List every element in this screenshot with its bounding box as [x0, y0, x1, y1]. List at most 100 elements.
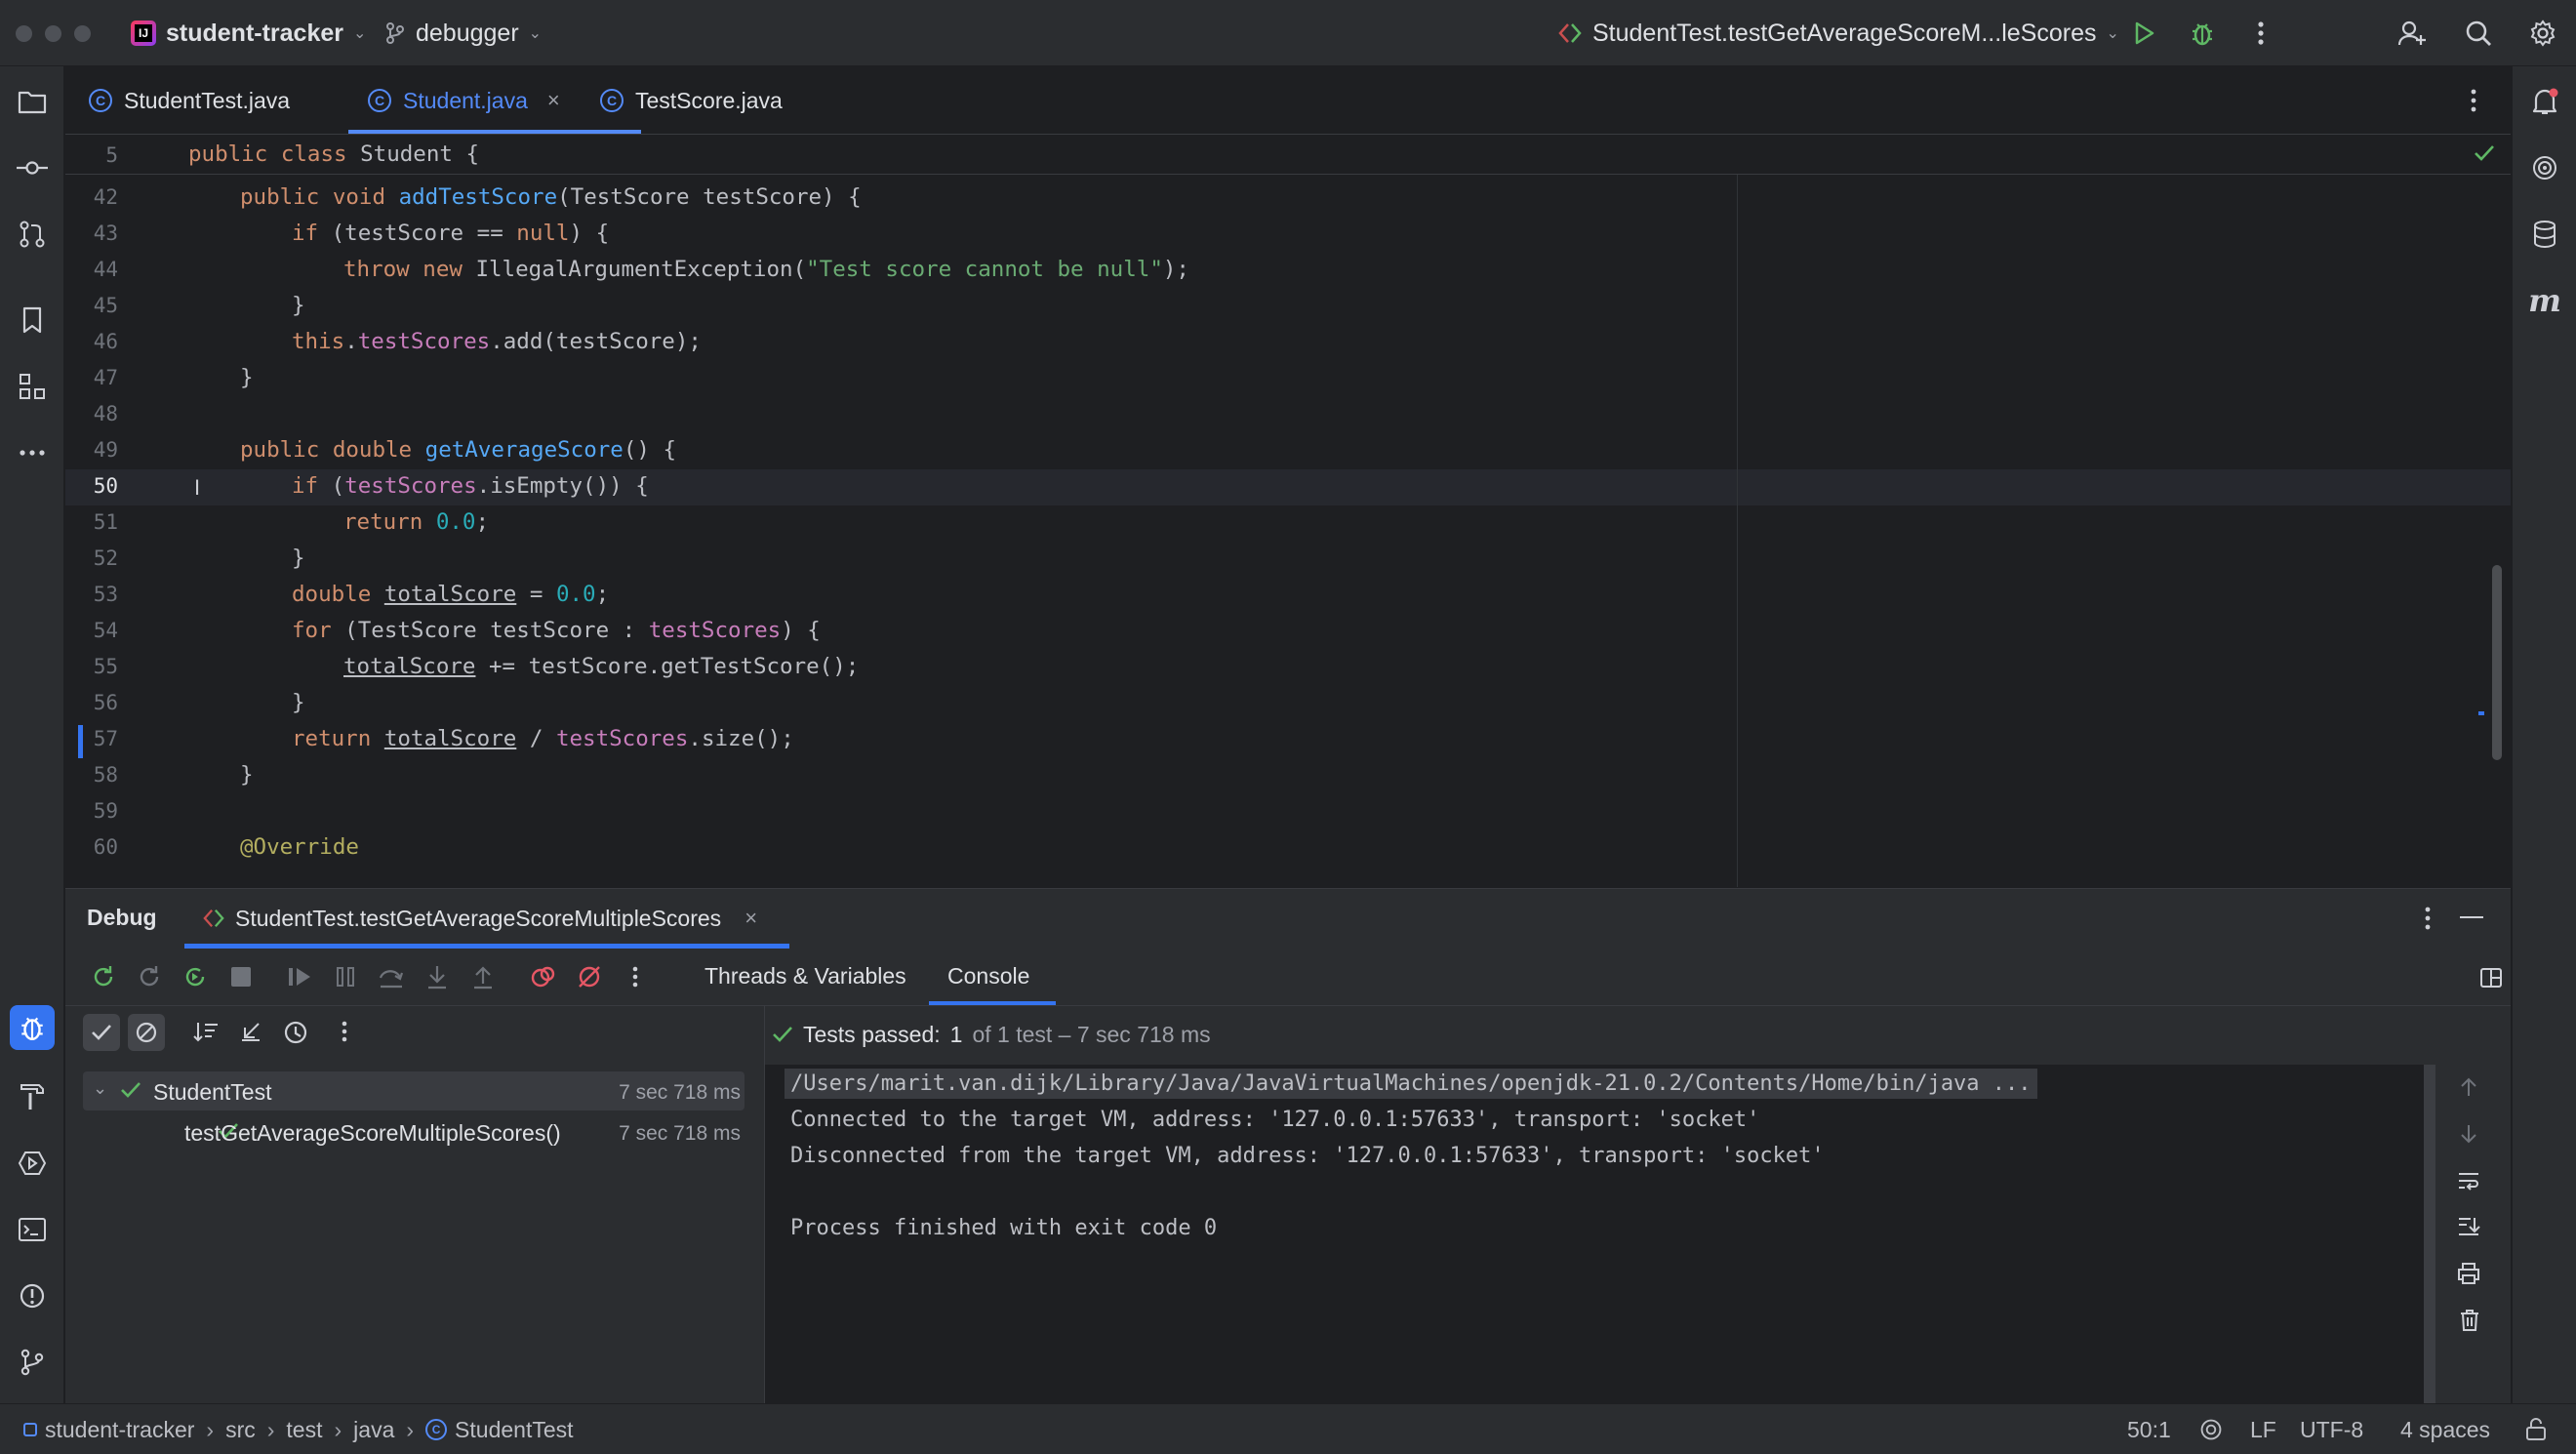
- tree-row-test-method[interactable]: testGetAverageScoreMultipleScores() 7 se…: [83, 1112, 745, 1151]
- settings-gear-icon[interactable]: [2523, 14, 2562, 53]
- breadcrumb-item[interactable]: src: [225, 1417, 256, 1443]
- java-class-icon: C: [600, 89, 624, 112]
- tab-testscore-java[interactable]: C TestScore.java: [600, 66, 783, 135]
- more-tools-icon[interactable]: [13, 433, 52, 472]
- layout-settings-icon[interactable]: [2479, 967, 2503, 993]
- chevron-right-icon: ›: [266, 1416, 275, 1442]
- pause-icon[interactable]: [328, 959, 363, 994]
- soft-wrap-icon[interactable]: [2457, 1170, 2480, 1196]
- maven-icon[interactable]: m: [2525, 281, 2564, 320]
- step-over-icon[interactable]: [374, 959, 409, 994]
- more-debug-actions-icon[interactable]: [618, 959, 653, 994]
- debug-icon[interactable]: [2183, 14, 2222, 53]
- debug-tool-icon[interactable]: [10, 1005, 55, 1050]
- file-encoding[interactable]: UTF-8: [2300, 1404, 2363, 1454]
- mute-breakpoints-icon[interactable]: [572, 959, 607, 994]
- show-passed-toggle[interactable]: [83, 1014, 120, 1051]
- services-icon[interactable]: [13, 1144, 52, 1183]
- scroll-up-icon[interactable]: [2459, 1076, 2478, 1103]
- ai-status-icon[interactable]: [2199, 1404, 2223, 1454]
- search-icon[interactable]: [2459, 14, 2498, 53]
- debug-session-tab[interactable]: StudentTest.testGetAverageScoreMultipleS…: [202, 889, 757, 948]
- chevron-down-icon: ⌄: [2106, 25, 2119, 42]
- test-history-icon[interactable]: [282, 1019, 309, 1051]
- breadcrumb-item[interactable]: StudentTest: [455, 1417, 573, 1443]
- breadcrumb-item[interactable]: java: [353, 1417, 394, 1443]
- branch-selector[interactable]: debugger ⌄: [384, 0, 542, 66]
- resume-icon[interactable]: [282, 959, 317, 994]
- caret-position[interactable]: 50:1: [2127, 1404, 2171, 1454]
- problems-icon[interactable]: [13, 1276, 52, 1315]
- tree-row-studenttest[interactable]: ⌄ StudentTest 7 sec 718 ms: [83, 1071, 745, 1111]
- view-breakpoints-icon[interactable]: [526, 959, 561, 994]
- notifications-bell-icon[interactable]: [2525, 82, 2564, 121]
- text-cursor-icon: I: [194, 475, 201, 500]
- terminal-icon[interactable]: [13, 1210, 52, 1249]
- right-tool-strip: m: [2512, 66, 2576, 1403]
- active-tab-indicator: [348, 130, 641, 134]
- step-out-icon[interactable]: [465, 959, 501, 994]
- hide-panel-icon[interactable]: [2460, 916, 2483, 918]
- git-icon[interactable]: [13, 1343, 52, 1382]
- code-line: public double getAverageScore() {: [240, 437, 677, 463]
- more-actions-icon[interactable]: [2241, 14, 2280, 53]
- maximize-window-button[interactable]: [74, 25, 91, 42]
- code-line: }: [240, 762, 254, 788]
- chevron-down-icon[interactable]: ⌄: [93, 1078, 107, 1099]
- tab-student-java[interactable]: C Student.java ×: [368, 66, 560, 135]
- ai-assistant-icon[interactable]: [2525, 148, 2564, 187]
- console-output[interactable]: /Users/marit.van.dijk/Library/Java/JavaV…: [765, 1065, 2424, 1404]
- minimize-window-button[interactable]: [45, 25, 61, 42]
- collapse-all-icon[interactable]: [239, 1020, 262, 1048]
- line-ending[interactable]: LF: [2250, 1404, 2276, 1454]
- tab-console[interactable]: Console: [947, 963, 1029, 990]
- debug-tool-window: Debug StudentTest.testGetAverageScoreMul…: [65, 888, 2511, 1404]
- commit-icon[interactable]: [13, 148, 52, 187]
- step-into-icon[interactable]: [420, 959, 455, 994]
- breadcrumb-item[interactable]: student-tracker: [45, 1417, 194, 1443]
- show-ignored-toggle[interactable]: [128, 1014, 165, 1051]
- close-tab-icon[interactable]: ×: [547, 88, 560, 113]
- scroll-down-icon[interactable]: [2459, 1123, 2478, 1150]
- project-badge-icon: IJ: [131, 20, 156, 46]
- print-icon[interactable]: [2457, 1262, 2480, 1290]
- debug-options-icon[interactable]: [2424, 906, 2432, 936]
- build-hammer-icon[interactable]: [13, 1077, 52, 1116]
- toggle-auto-test-icon[interactable]: [178, 959, 213, 994]
- pull-requests-icon[interactable]: [13, 215, 52, 254]
- debug-header: Debug StudentTest.testGetAverageScoreMul…: [65, 889, 2511, 949]
- project-selector[interactable]: IJ student-tracker ⌄: [131, 0, 366, 66]
- database-icon[interactable]: [2525, 215, 2564, 254]
- close-session-icon[interactable]: ×: [745, 906, 757, 931]
- close-window-button[interactable]: [16, 25, 32, 42]
- run-config-selector[interactable]: StudentTest.testGetAverageScoreM...leSco…: [1557, 0, 2119, 66]
- scroll-to-end-icon[interactable]: [2457, 1215, 2480, 1241]
- lock-icon[interactable]: [2525, 1404, 2547, 1454]
- indent-setting[interactable]: 4 spaces: [2400, 1404, 2490, 1454]
- breadcrumb-item[interactable]: test: [286, 1417, 322, 1443]
- sort-icon[interactable]: [192, 1020, 220, 1048]
- tree-options-icon[interactable]: [341, 1020, 348, 1048]
- editor-scrollbar[interactable]: [2492, 565, 2502, 760]
- code-editor[interactable]: 5 public class Student { 42 43 44 45 46 …: [65, 136, 2511, 887]
- clear-all-trash-icon[interactable]: [2459, 1309, 2480, 1337]
- console-scrollbar[interactable]: [2424, 1065, 2435, 1404]
- code-with-me-icon[interactable]: [2393, 14, 2432, 53]
- tab-threads-variables[interactable]: Threads & Variables: [704, 963, 906, 990]
- sticky-scope-line: 5 public class Student {: [65, 136, 2511, 175]
- tab-studenttest-java[interactable]: C StudentTest.java: [89, 66, 290, 135]
- bookmarks-icon[interactable]: [13, 301, 52, 340]
- stop-icon[interactable]: [223, 959, 259, 994]
- code-line: }: [240, 365, 254, 390]
- rerun-failed-icon[interactable]: [132, 959, 167, 994]
- session-tab-label: StudentTest.testGetAverageScoreMultipleS…: [235, 905, 722, 931]
- console-command-line[interactable]: /Users/marit.van.dijk/Library/Java/JavaV…: [785, 1069, 2037, 1099]
- rerun-icon[interactable]: [86, 959, 121, 994]
- java-class-icon: C: [368, 89, 391, 112]
- run-icon[interactable]: [2124, 14, 2163, 53]
- structure-icon[interactable]: [13, 367, 52, 406]
- no-problems-check-icon[interactable]: [2473, 143, 2496, 168]
- project-folder-icon[interactable]: [13, 82, 52, 121]
- debug-title: Debug: [87, 905, 157, 930]
- tab-options-icon[interactable]: [2470, 88, 2477, 118]
